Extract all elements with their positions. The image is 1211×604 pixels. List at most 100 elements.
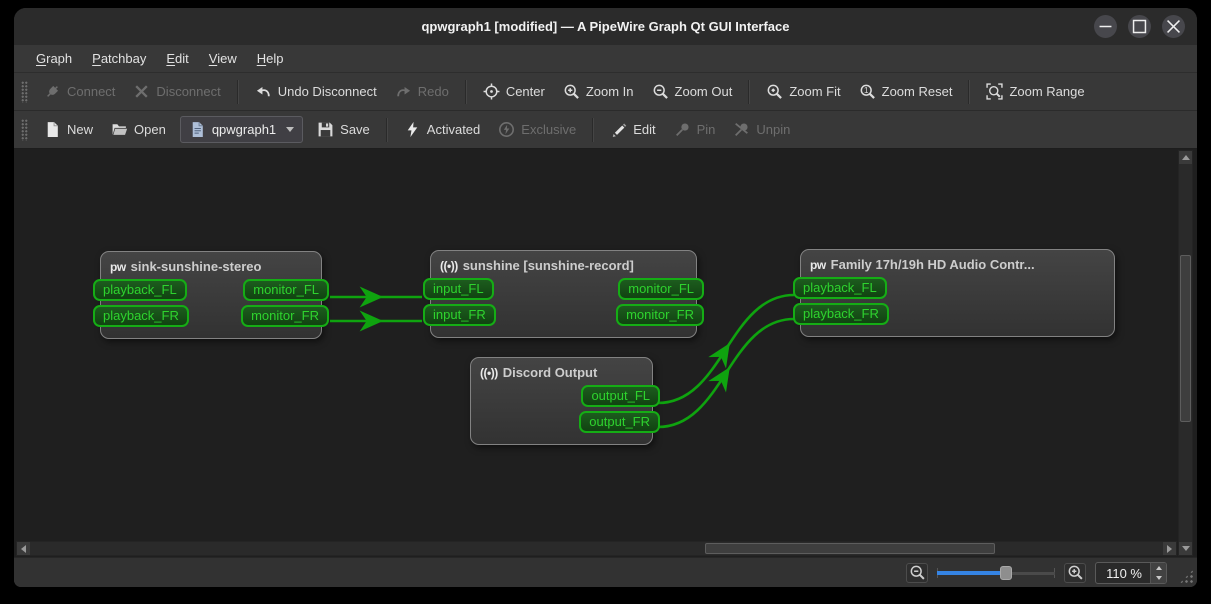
triangle-down-icon: [1181, 546, 1190, 551]
zoom-fit-button[interactable]: Zoom Fit: [757, 78, 849, 105]
close-button[interactable]: [1162, 15, 1185, 38]
redo-button[interactable]: Redo: [386, 78, 458, 105]
triangle-left-icon: [21, 544, 26, 553]
zoom-out-icon: [909, 564, 926, 581]
menu-edit[interactable]: Edit: [156, 47, 198, 70]
center-icon: [483, 83, 500, 100]
unpin-icon: [733, 121, 750, 138]
port-playback-fr[interactable]: playback_FR: [93, 305, 189, 327]
edit-button[interactable]: Edit: [601, 116, 664, 143]
port-playback-fl[interactable]: playback_FL: [93, 279, 187, 301]
connection-wires: [330, 286, 795, 429]
disconnect-button[interactable]: Disconnect: [124, 78, 229, 105]
node-family-hd-audio[interactable]: pw Family 17h/19h HD Audio Contr... play…: [793, 249, 1115, 337]
port-monitor-fr[interactable]: monitor_FR: [241, 305, 329, 327]
new-button[interactable]: New: [35, 116, 102, 143]
toolbar-drag-handle[interactable]: [21, 118, 28, 141]
maximize-icon: [1131, 18, 1148, 35]
zoom-spinbox[interactable]: 110 %: [1095, 561, 1167, 584]
pin-button[interactable]: Pin: [665, 116, 725, 143]
node-sink-sunshine-stereo[interactable]: pw sink-sunshine-stereo playback_FL moni…: [93, 251, 329, 339]
triangle-up-icon: [1181, 155, 1190, 160]
open-folder-icon: [112, 124, 128, 135]
toolbar-separator: [592, 117, 595, 142]
zoom-reset-button[interactable]: 1 Zoom Reset: [850, 78, 962, 105]
port-input-fl[interactable]: input_FL: [423, 278, 494, 300]
port-output-fr[interactable]: output_FR: [579, 411, 660, 433]
vertical-scrollbar[interactable]: [1178, 150, 1193, 556]
window-title: qpwgraph1 [modified] — A PipeWire Graph …: [421, 19, 790, 34]
stream-icon: ((•)): [440, 258, 458, 273]
patchbay-select[interactable]: qpwgraph1: [179, 116, 304, 143]
edit-pencil-icon: [612, 123, 627, 138]
zoom-fit-icon: [766, 83, 783, 100]
zoom-slider[interactable]: [937, 564, 1056, 582]
statusbar-zoom-out-button[interactable]: [906, 562, 929, 583]
horizontal-scrollbar-thumb[interactable]: [705, 543, 995, 554]
open-button[interactable]: Open: [102, 116, 175, 143]
zoom-in-icon: [563, 83, 580, 100]
port-input-fr[interactable]: input_FR: [423, 304, 496, 326]
menu-patchbay[interactable]: Patchbay: [82, 47, 156, 70]
minimize-button[interactable]: [1094, 15, 1117, 38]
menu-help[interactable]: Help: [247, 47, 294, 70]
port-output-fl[interactable]: output_FL: [581, 385, 660, 407]
zoom-reset-icon: 1: [859, 83, 876, 100]
menu-graph[interactable]: Graph: [26, 47, 82, 70]
zoom-out-icon: [652, 83, 669, 100]
scroll-up-button[interactable]: [1179, 151, 1192, 164]
stream-icon: ((•)): [480, 365, 498, 380]
triangle-down-icon: [1155, 575, 1162, 580]
port-playback-fr[interactable]: playback_FR: [793, 303, 889, 325]
patchbay-select-value: qpwgraph1: [211, 122, 277, 137]
port-monitor-fl[interactable]: monitor_FL: [243, 279, 329, 301]
statusbar-zoom-in-button[interactable]: [1064, 562, 1087, 583]
spin-up-button[interactable]: [1151, 563, 1166, 573]
toolbar-separator: [748, 79, 751, 104]
node-title: sink-sunshine-stereo: [130, 259, 262, 274]
unpin-button[interactable]: Unpin: [724, 116, 799, 143]
svg-text:1: 1: [864, 86, 869, 95]
exclusive-button[interactable]: Exclusive: [489, 116, 585, 143]
toolbar-drag-handle[interactable]: [21, 80, 28, 103]
toolbar-separator: [236, 79, 239, 104]
zoom-value: 110 %: [1106, 565, 1142, 581]
spin-down-button[interactable]: [1151, 573, 1166, 583]
menubar: Graph Patchbay Edit View Help: [14, 45, 1197, 73]
minimize-icon: [1097, 18, 1114, 35]
pipewire-icon: pw: [810, 257, 826, 272]
zoom-in-button[interactable]: Zoom In: [554, 78, 643, 105]
triangle-right-icon: [1167, 544, 1172, 553]
save-button[interactable]: Save: [308, 116, 379, 143]
vertical-scrollbar-thumb[interactable]: [1180, 255, 1191, 422]
chevron-down-icon: [286, 127, 295, 132]
activated-button[interactable]: Activated: [395, 116, 489, 143]
scroll-down-button[interactable]: [1179, 542, 1192, 555]
statusbar: 110 %: [14, 557, 1197, 587]
slider-handle[interactable]: [999, 565, 1012, 580]
node-sunshine-record[interactable]: ((•)) sunshine [sunshine-record] input_F…: [423, 250, 704, 338]
scroll-left-button[interactable]: [17, 542, 30, 555]
spin-buttons: [1150, 562, 1166, 583]
titlebar[interactable]: qpwgraph1 [modified] — A PipeWire Graph …: [14, 8, 1197, 45]
port-monitor-fr[interactable]: monitor_FR: [616, 304, 704, 326]
connect-button[interactable]: Connect: [35, 78, 124, 105]
graph-canvas[interactable]: pw sink-sunshine-stereo playback_FL moni…: [14, 149, 1197, 557]
scroll-right-button[interactable]: [1163, 542, 1176, 555]
center-button[interactable]: Center: [474, 78, 554, 105]
menu-view[interactable]: View: [199, 47, 247, 70]
pipewire-icon: pw: [110, 259, 126, 274]
zoom-range-icon: [986, 83, 1003, 100]
zoom-range-button[interactable]: Zoom Range: [977, 78, 1093, 105]
zoom-out-button[interactable]: Zoom Out: [643, 78, 742, 105]
save-icon: [318, 122, 333, 137]
port-playback-fl[interactable]: playback_FL: [793, 277, 887, 299]
maximize-button[interactable]: [1128, 15, 1151, 38]
undo-disconnect-button[interactable]: Undo Disconnect: [246, 78, 386, 105]
close-icon: [1165, 18, 1182, 35]
horizontal-scrollbar[interactable]: [16, 541, 1177, 556]
port-monitor-fl[interactable]: monitor_FL: [618, 278, 704, 300]
window-resize-grip[interactable]: [1179, 569, 1194, 584]
node-discord-output[interactable]: ((•)) Discord Output output_FL output_FR: [470, 357, 660, 445]
window-controls: [1094, 15, 1185, 38]
